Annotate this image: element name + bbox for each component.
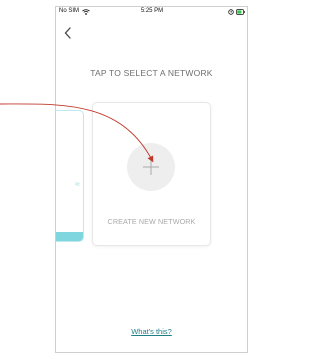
network-glyph-icon: ≈ [75, 179, 80, 189]
carrier-label: No SIM [59, 8, 80, 14]
back-chevron-icon[interactable] [63, 26, 73, 40]
status-bar: No SIM 5:25 PM [56, 7, 247, 19]
battery-icon [236, 9, 245, 15]
create-network-card[interactable]: CREATE NEW NETWORK [92, 102, 211, 246]
page-title: TAP TO SELECT A NETWORK [90, 68, 213, 78]
status-time: 5:25 PM [140, 8, 164, 14]
existing-network-card[interactable]: ≈ [56, 110, 84, 242]
create-network-label: CREATE NEW NETWORK [107, 217, 196, 226]
whats-this-link[interactable]: What's this? [56, 327, 247, 336]
add-network-button[interactable] [127, 143, 175, 191]
alarm-icon [228, 9, 234, 15]
wifi-icon [82, 9, 90, 15]
plus-icon [143, 159, 159, 175]
phone-screen: No SIM 5:25 PM TAP TO SELECT A NETWORK ≈ [55, 6, 248, 353]
network-card-strip [56, 232, 83, 241]
